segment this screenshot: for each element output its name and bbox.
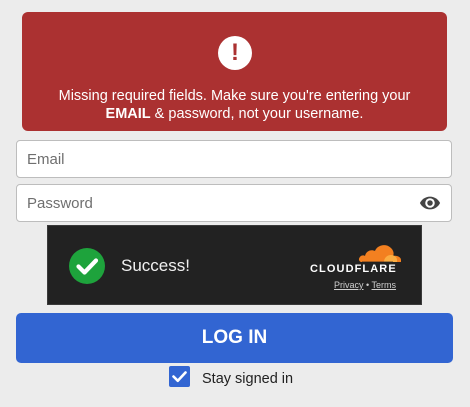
checkmark-icon xyxy=(172,371,187,383)
cloudflare-turnstile-widget: Success! CLOUDFLARE Privacy • Terms xyxy=(47,225,422,305)
cloudflare-logo-icon xyxy=(358,245,401,263)
error-alert: ! Missing required fields. Make sure you… xyxy=(22,12,447,131)
exclamation-icon: ! xyxy=(218,36,252,70)
link-separator: • xyxy=(366,280,370,290)
stay-signed-in-checkbox[interactable] xyxy=(169,366,190,387)
email-field-wrapper xyxy=(16,140,452,178)
email-field[interactable] xyxy=(17,141,451,177)
alert-line-2: EMAIL & password, not your username. xyxy=(32,105,437,123)
alert-line-2-rest: & password, not your username. xyxy=(150,106,364,122)
stay-signed-in-label: Stay signed in xyxy=(202,371,294,387)
alert-line-1: Missing required fields. Make sure you'r… xyxy=(58,88,411,104)
privacy-link[interactable]: Privacy xyxy=(334,280,364,290)
check-circle-icon xyxy=(69,248,105,284)
login-button[interactable]: LOG IN xyxy=(16,313,453,363)
cloudflare-brand: CLOUDFLARE xyxy=(310,263,397,275)
captcha-status-text: Success! xyxy=(121,256,190,275)
password-field-wrapper xyxy=(16,184,452,222)
password-field[interactable] xyxy=(17,185,451,221)
terms-link[interactable]: Terms xyxy=(372,280,397,290)
alert-emphasis: EMAIL xyxy=(105,106,151,122)
captcha-links: Privacy • Terms xyxy=(334,280,396,290)
eye-icon[interactable] xyxy=(419,194,441,212)
alert-message: Missing required fields. Make sure you'r… xyxy=(32,87,437,123)
